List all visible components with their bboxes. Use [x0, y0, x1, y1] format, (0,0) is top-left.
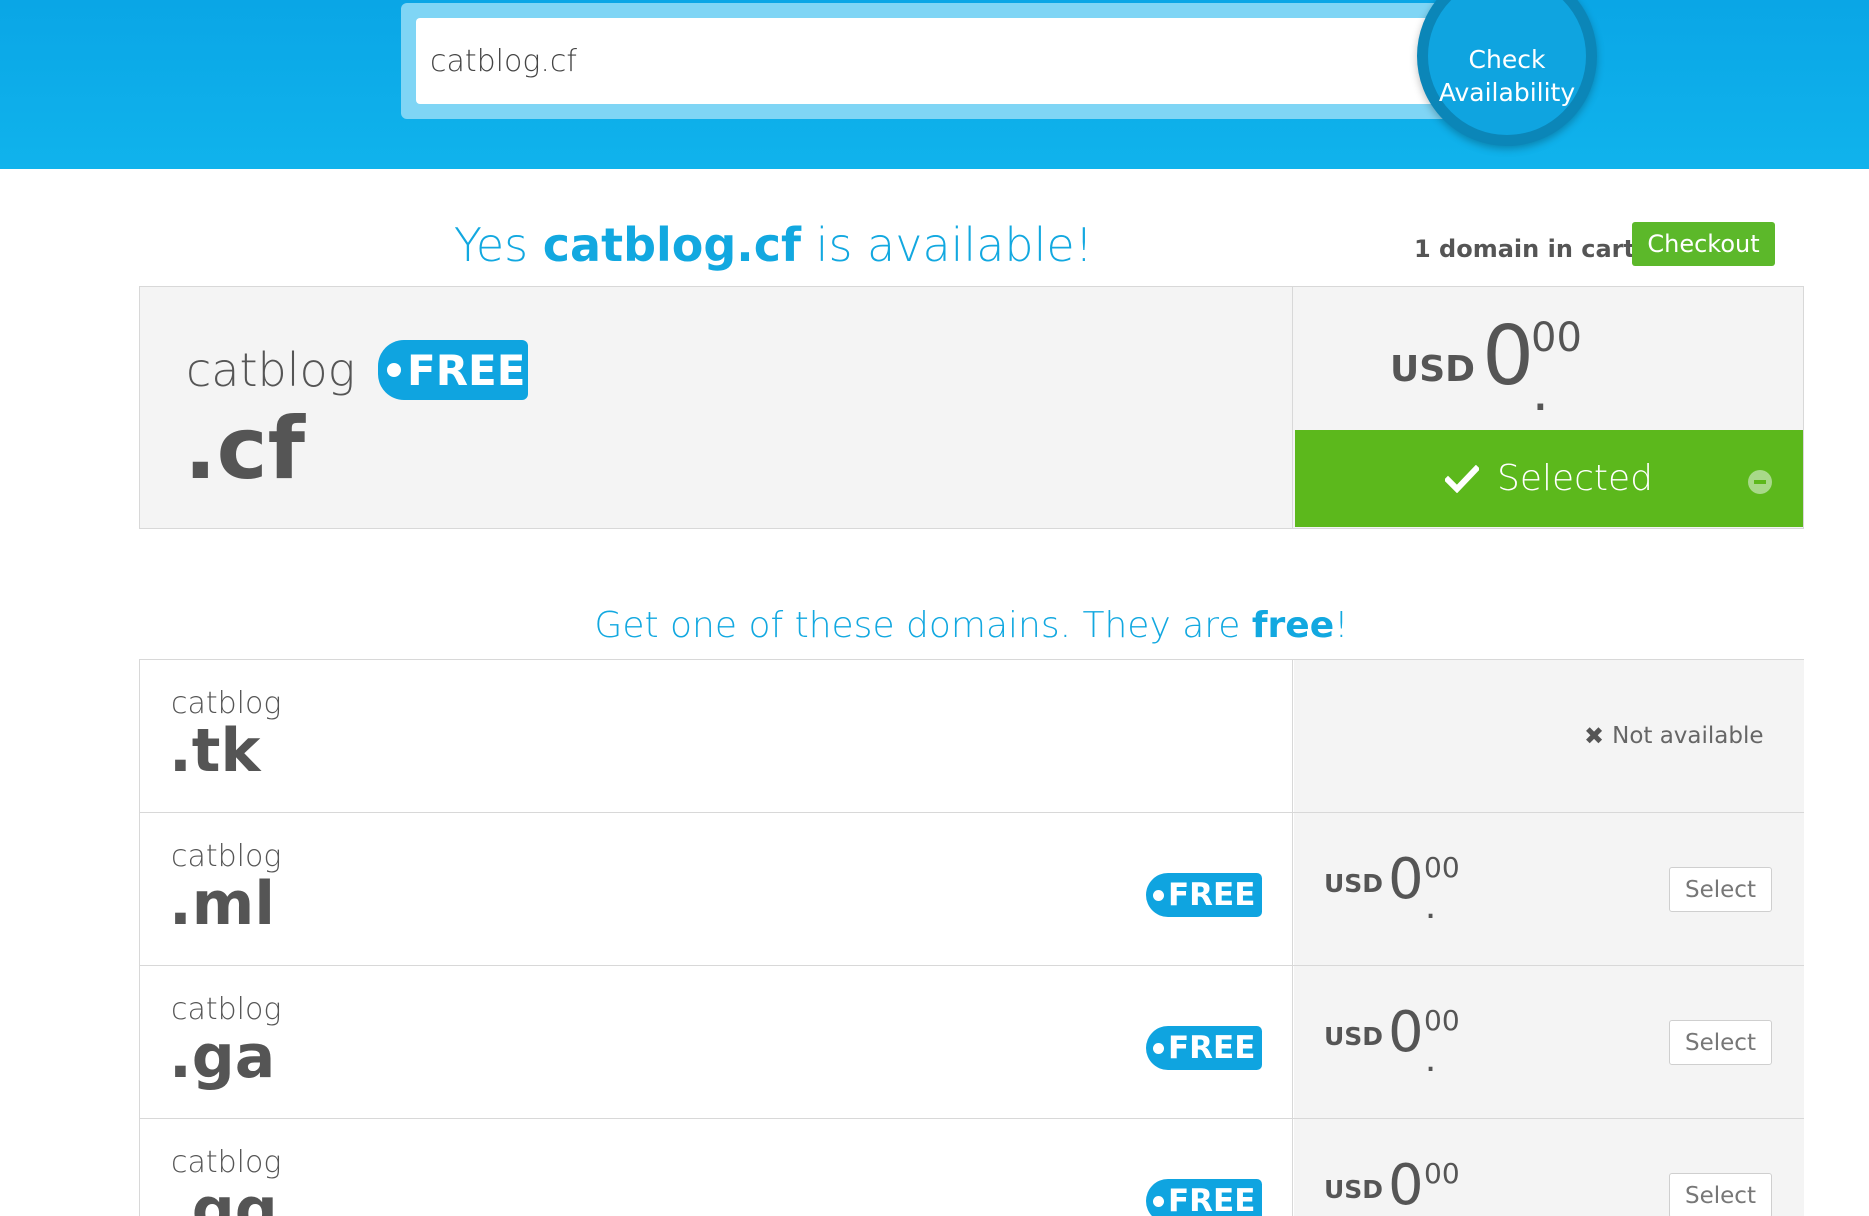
- check-availability-button[interactable]: Check Availability: [1417, 0, 1597, 146]
- page: Check Availability Yes catblog.cf is ava…: [0, 0, 1869, 1216]
- price-whole: 0: [1388, 847, 1424, 912]
- price-whole: 0: [1482, 309, 1535, 404]
- checkout-button[interactable]: Checkout: [1632, 222, 1775, 266]
- availability-heading: Yes catblog.cf is available!: [140, 218, 1407, 272]
- free-badge: FREE: [1146, 1179, 1262, 1216]
- price-decimal-point: .: [1532, 356, 1549, 423]
- badge-label: FREE: [407, 345, 526, 395]
- free-badge: FREE: [1146, 873, 1262, 917]
- heading-prefix: Yes: [453, 218, 529, 272]
- badge-label: FREE: [1168, 1183, 1256, 1216]
- checkmark-icon: [1444, 464, 1479, 493]
- not-available-status: ✖ Not available: [1584, 722, 1764, 750]
- free-badge: FREE: [1146, 1026, 1262, 1070]
- select-button[interactable]: Select: [1669, 867, 1772, 912]
- price-whole: 0: [1388, 1000, 1424, 1065]
- price-currency: USD: [1390, 349, 1476, 390]
- selected-button[interactable]: Selected: [1295, 430, 1803, 527]
- remove-icon[interactable]: [1748, 470, 1772, 494]
- domain-tld: .tk: [169, 716, 261, 786]
- heading-domain: catblog.cf: [542, 218, 802, 272]
- suggestion-domain: catblog .gq FREE: [140, 1119, 1293, 1216]
- price-cents: 00: [1424, 1157, 1460, 1190]
- heading-suffix: is available!: [815, 218, 1094, 272]
- suggestion-price: USD 0 00 . Select: [1294, 1119, 1804, 1216]
- dot-icon: [1153, 889, 1164, 901]
- dot-icon: [387, 363, 401, 377]
- suggestions-heading-prefix: Get one of these domains. They are: [594, 605, 1241, 646]
- domain-name: catblog: [186, 343, 356, 397]
- select-button[interactable]: Select: [1669, 1020, 1772, 1065]
- price-cents: 00: [1424, 851, 1460, 884]
- main-result-price: USD 0 . 00 Selected: [1294, 287, 1804, 528]
- price-cents: 00: [1424, 1004, 1460, 1037]
- suggestion-price: ✖ Not available: [1294, 660, 1804, 812]
- selected-label: Selected: [1496, 458, 1654, 499]
- domain-tld: .gq: [169, 1175, 278, 1216]
- suggestion-row: catblog .ga FREE USD 0 00 . Select: [140, 966, 1804, 1119]
- status-label: Not available: [1612, 723, 1764, 749]
- suggestion-price: USD 0 00 . Select: [1294, 966, 1804, 1118]
- price-decimal-point: .: [1425, 883, 1437, 927]
- close-icon: ✖: [1584, 722, 1605, 750]
- suggestion-row: catblog .tk ✖ Not available: [140, 660, 1804, 813]
- domain-search-input[interactable]: [416, 18, 1456, 104]
- price-cents: 00: [1531, 315, 1582, 361]
- free-badge: FREE: [378, 340, 528, 400]
- cart-count: 1 domain in cart: [1414, 235, 1635, 263]
- suggestion-domain: catblog .ml FREE: [140, 813, 1293, 965]
- price-currency: USD: [1324, 1022, 1384, 1051]
- suggestion-price: USD 0 00 . Select: [1294, 813, 1804, 965]
- price-decimal-point: .: [1425, 1189, 1437, 1216]
- dot-icon: [1153, 1195, 1164, 1207]
- price-decimal-point: .: [1425, 1036, 1437, 1080]
- main-result-card: catblog FREE .cf USD 0 . 00 Selected: [139, 286, 1804, 529]
- domain-tld: .ml: [169, 869, 275, 939]
- suggestion-row: catblog .gq FREE USD 0 00 . Select: [140, 1119, 1804, 1216]
- badge-label: FREE: [1168, 877, 1256, 913]
- suggestions-heading-suffix: !: [1334, 605, 1349, 646]
- suggestion-domain: catblog .tk: [140, 660, 1293, 812]
- main-result-domain: catblog FREE .cf: [140, 287, 1293, 528]
- price-currency: USD: [1324, 1175, 1384, 1204]
- suggestions-heading-strong: free: [1251, 605, 1335, 646]
- price-whole: 0: [1388, 1153, 1424, 1216]
- badge-label: FREE: [1168, 1030, 1256, 1066]
- check-availability-label: Check Availability: [1438, 45, 1576, 107]
- suggestion-list: catblog .tk ✖ Not available catblog .ml …: [139, 659, 1804, 1216]
- search-header: Check Availability: [0, 0, 1869, 169]
- domain-tld: .ga: [169, 1022, 276, 1092]
- suggestions-heading: Get one of these domains. They are free!: [139, 605, 1804, 646]
- select-button[interactable]: Select: [1669, 1173, 1772, 1216]
- price-currency: USD: [1324, 869, 1384, 898]
- domain-tld: .cf: [184, 399, 306, 499]
- suggestion-row: catblog .ml FREE USD 0 00 . Select: [140, 813, 1804, 966]
- suggestion-domain: catblog .ga FREE: [140, 966, 1293, 1118]
- dot-icon: [1153, 1042, 1164, 1054]
